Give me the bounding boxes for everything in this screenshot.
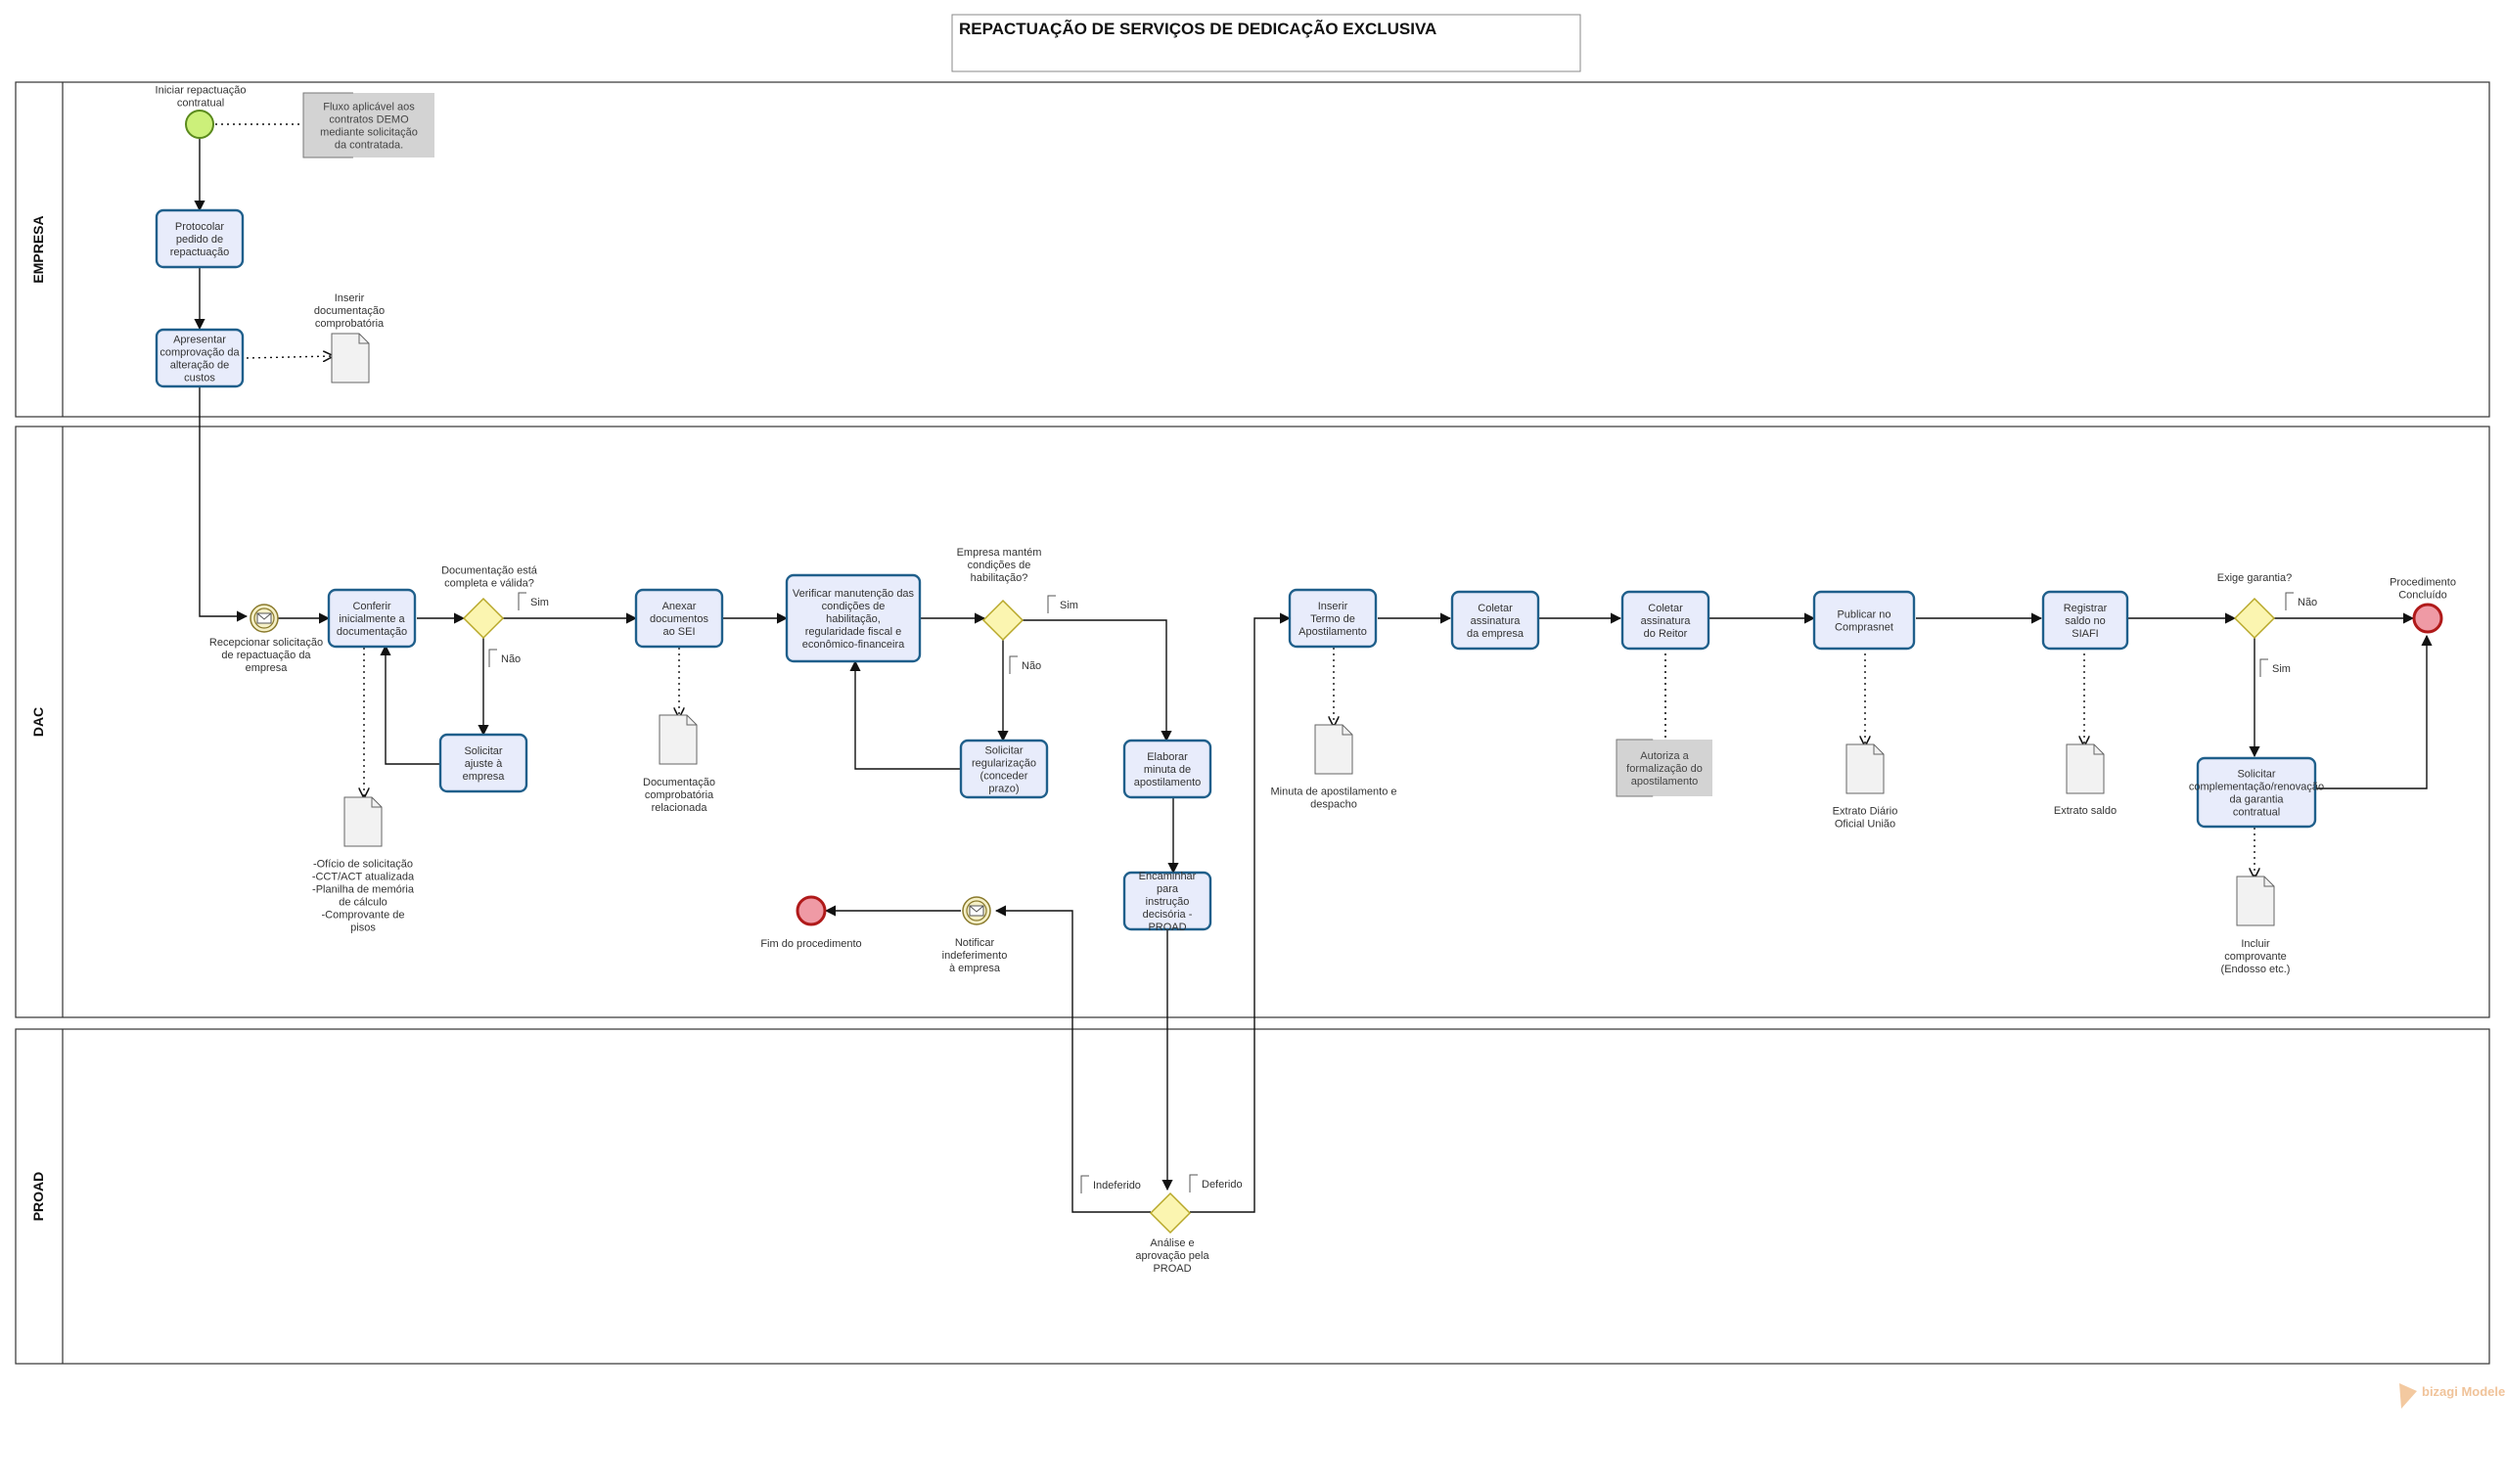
gateway-label-garantia: Exige garantia?	[2217, 572, 2292, 584]
label-nao-garantia: Não	[2298, 597, 2317, 608]
document-icon-minuta	[1314, 724, 1353, 775]
watermark: bizagi Modeler	[2422, 1384, 2505, 1399]
document-icon-relacionada	[659, 714, 698, 765]
end-event-rejected[interactable]	[796, 895, 827, 926]
end-event-completed[interactable]	[2412, 603, 2443, 634]
end-completed-label: Procedimento Concluído	[2390, 576, 2456, 601]
label-deferido: Deferido	[1202, 1179, 1243, 1191]
page-title: REPACTUAÇÃO DE SERVIÇOS DE DEDICAÇÃO EXC…	[959, 19, 1436, 38]
diagram-svg: REPACTUAÇÃO DE SERVIÇOS DE DEDICAÇÃO EXC…	[15, 14, 2505, 1409]
document-icon-inserir	[331, 333, 370, 383]
task-label-protocolar: Protocolar pedido de repactuação	[170, 221, 230, 258]
lane-dac	[15, 426, 2490, 1018]
label-sim-hab: Sim	[1060, 600, 1078, 611]
label-sim-garantia: Sim	[2272, 663, 2291, 675]
lane-label-empresa: EMPRESA	[30, 215, 46, 283]
bizagi-logo-icon	[2399, 1383, 2417, 1409]
process-diagram: REPACTUAÇÃO DE SERVIÇOS DE DEDICAÇÃO EXC…	[0, 0, 2505, 1479]
document-icon-comprovante	[2236, 876, 2275, 926]
lane-label-proad: PROAD	[30, 1172, 46, 1222]
annotation-fluxo-text: Fluxo aplicável aos contratos DEMO mediant…	[320, 101, 418, 151]
gateway-label-doc_valida: Documentação está completa e válida?	[441, 564, 538, 589]
start-event[interactable]	[185, 110, 214, 139]
label-indeferido: Indeferido	[1093, 1180, 1141, 1192]
task-label-publicar: Publicar no Comprasnet	[1835, 608, 1893, 633]
doc-label-extrato-saldo: Extrato saldo	[2054, 805, 2117, 817]
label-nao-doc: Não	[501, 653, 521, 665]
document-icon-oficio	[343, 796, 383, 847]
label-sim-doc: Sim	[530, 597, 549, 608]
doc-label-extrato-diario: Extrato Diário Oficial União	[1833, 805, 1898, 830]
label-nao-hab: Não	[1022, 660, 1041, 672]
document-icon-extrato-diario	[1845, 743, 1885, 794]
lane-proad	[15, 1028, 2490, 1365]
document-icon-extrato-saldo	[2066, 743, 2105, 794]
task-label-solicitar_ajuste: Solicitar ajuste à empresa	[463, 745, 506, 783]
lane-label-dac: DAC	[30, 707, 46, 737]
end-rejected-label: Fim do procedimento	[760, 938, 861, 950]
doc-label-relacionada: Documentação comprobatória relacionada	[643, 777, 715, 814]
